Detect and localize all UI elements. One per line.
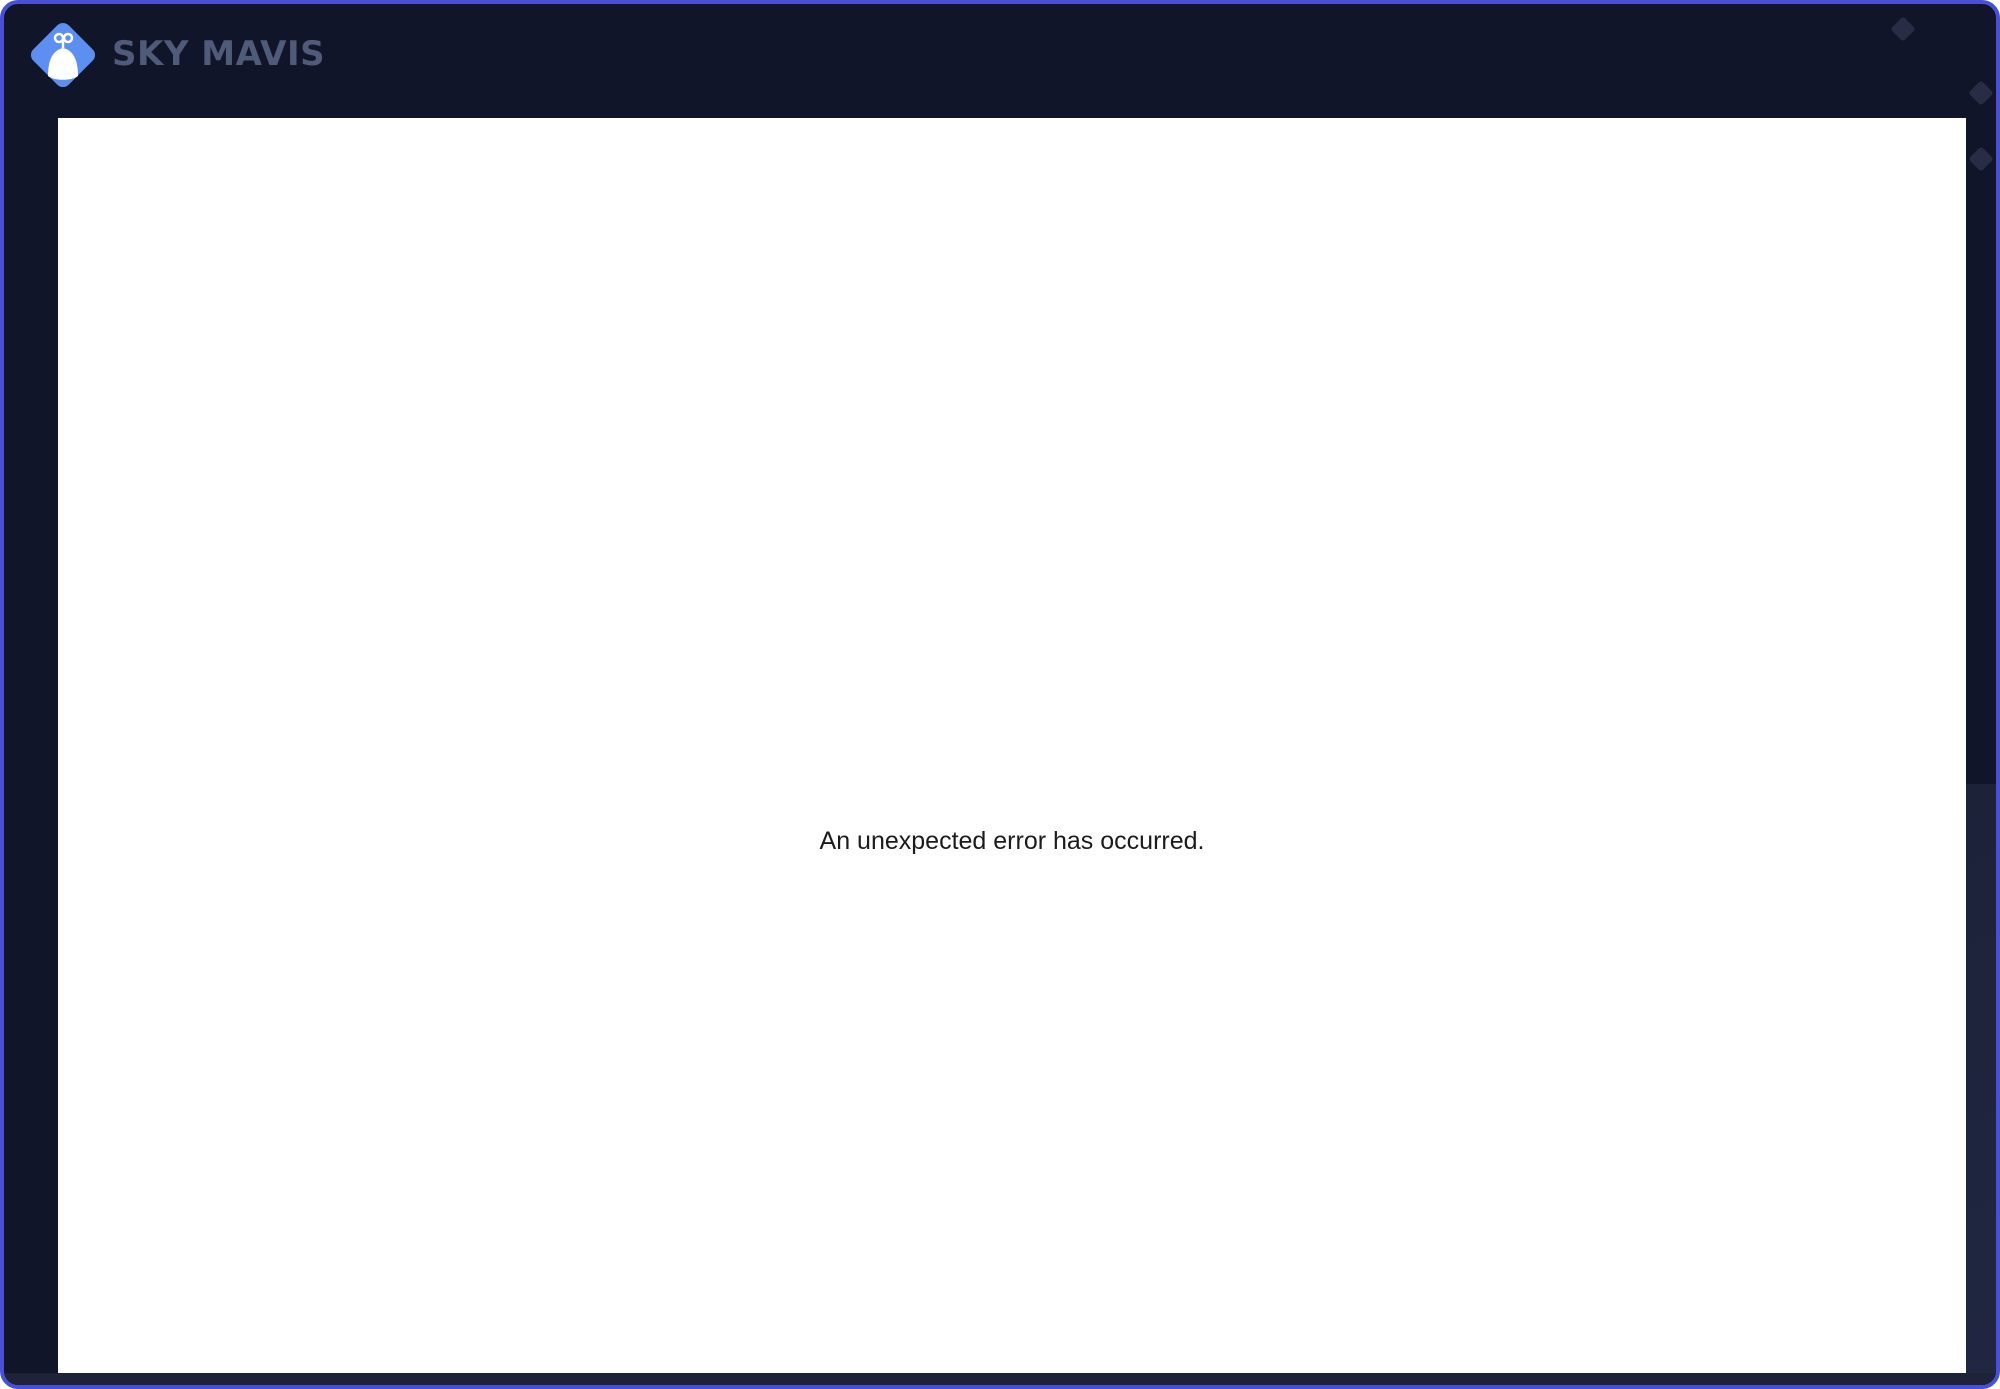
header: SKY MAVIS — [4, 4, 1996, 122]
app-window: SKY MAVIS An unexpected error has occurr… — [0, 0, 2000, 1389]
content-panel: An unexpected error has occurred. — [58, 118, 1966, 1376]
decorative-diamond — [1968, 146, 1994, 172]
brand-name: SKY MAVIS — [112, 34, 326, 74]
bottom-edge — [4, 1373, 1996, 1385]
sky-mavis-logo-icon[interactable] — [26, 18, 100, 92]
error-message: An unexpected error has occurred. — [819, 827, 1205, 855]
